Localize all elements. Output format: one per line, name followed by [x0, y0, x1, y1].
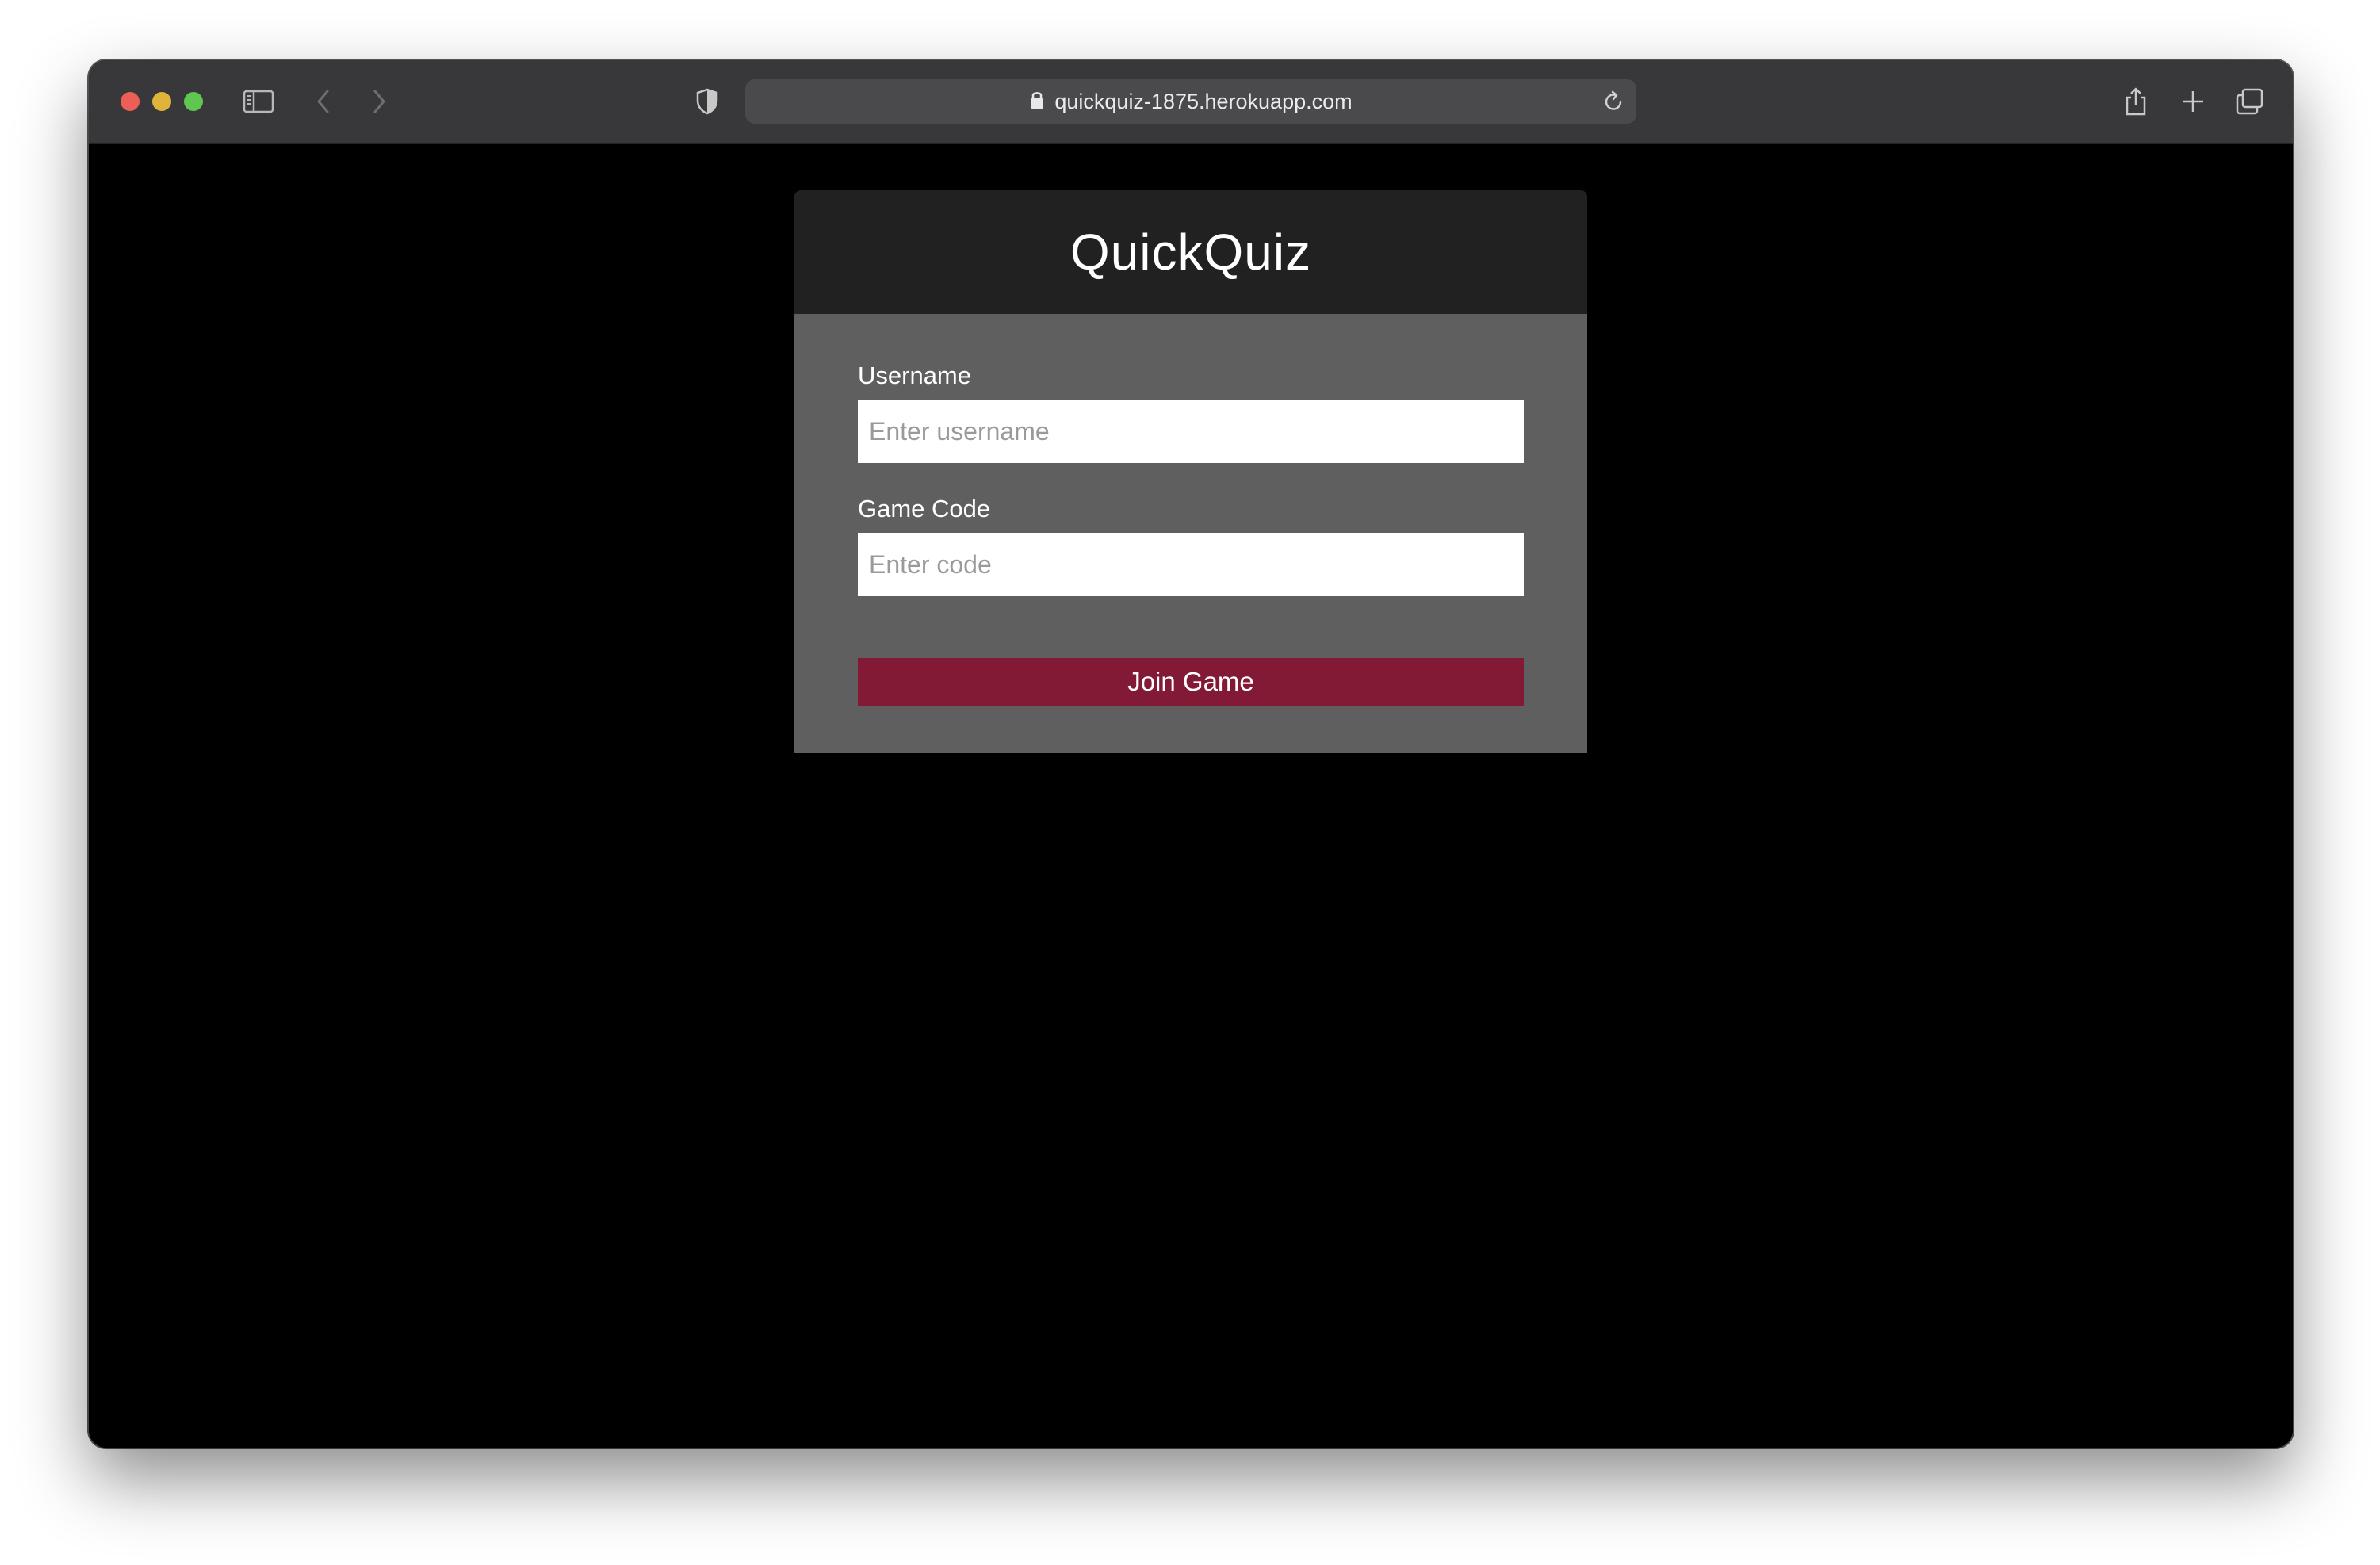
share-icon[interactable] [2117, 82, 2155, 121]
join-game-button[interactable]: Join Game [858, 658, 1524, 706]
address-bar[interactable]: quickquiz-1875.herokuapp.com [745, 79, 1636, 124]
join-game-card: QuickQuiz Username Game Code Join Game [794, 190, 1587, 753]
game-code-input[interactable] [858, 533, 1524, 596]
browser-toolbar: quickquiz-1875.herokuapp.com [89, 60, 2293, 144]
game-code-label: Game Code [858, 495, 991, 522]
tabs-overview-icon[interactable] [2231, 82, 2269, 121]
maximize-window-button[interactable] [184, 92, 203, 111]
username-input[interactable] [858, 400, 1524, 463]
close-window-button[interactable] [121, 92, 140, 111]
page-title: QuickQuiz [1069, 224, 1312, 281]
join-game-form: Username Game Code Join Game [794, 314, 1587, 753]
username-label: Username [858, 362, 971, 389]
minimize-window-button[interactable] [152, 92, 171, 111]
chevron-left-icon[interactable] [304, 82, 342, 121]
lock-icon [1029, 90, 1045, 114]
card-header: QuickQuiz [794, 190, 1587, 314]
reload-icon[interactable] [1601, 89, 1625, 118]
page-content: QuickQuiz Username Game Code Join Game [89, 144, 2293, 1448]
sidebar-icon[interactable] [239, 82, 277, 121]
shield-icon[interactable] [688, 82, 726, 121]
plus-icon[interactable] [2174, 82, 2212, 121]
chevron-right-icon[interactable] [360, 82, 398, 121]
url-text: quickquiz-1875.herokuapp.com [1054, 89, 1353, 113]
browser-window: quickquiz-1875.herokuapp.com QuickQuiz U… [89, 60, 2293, 1448]
